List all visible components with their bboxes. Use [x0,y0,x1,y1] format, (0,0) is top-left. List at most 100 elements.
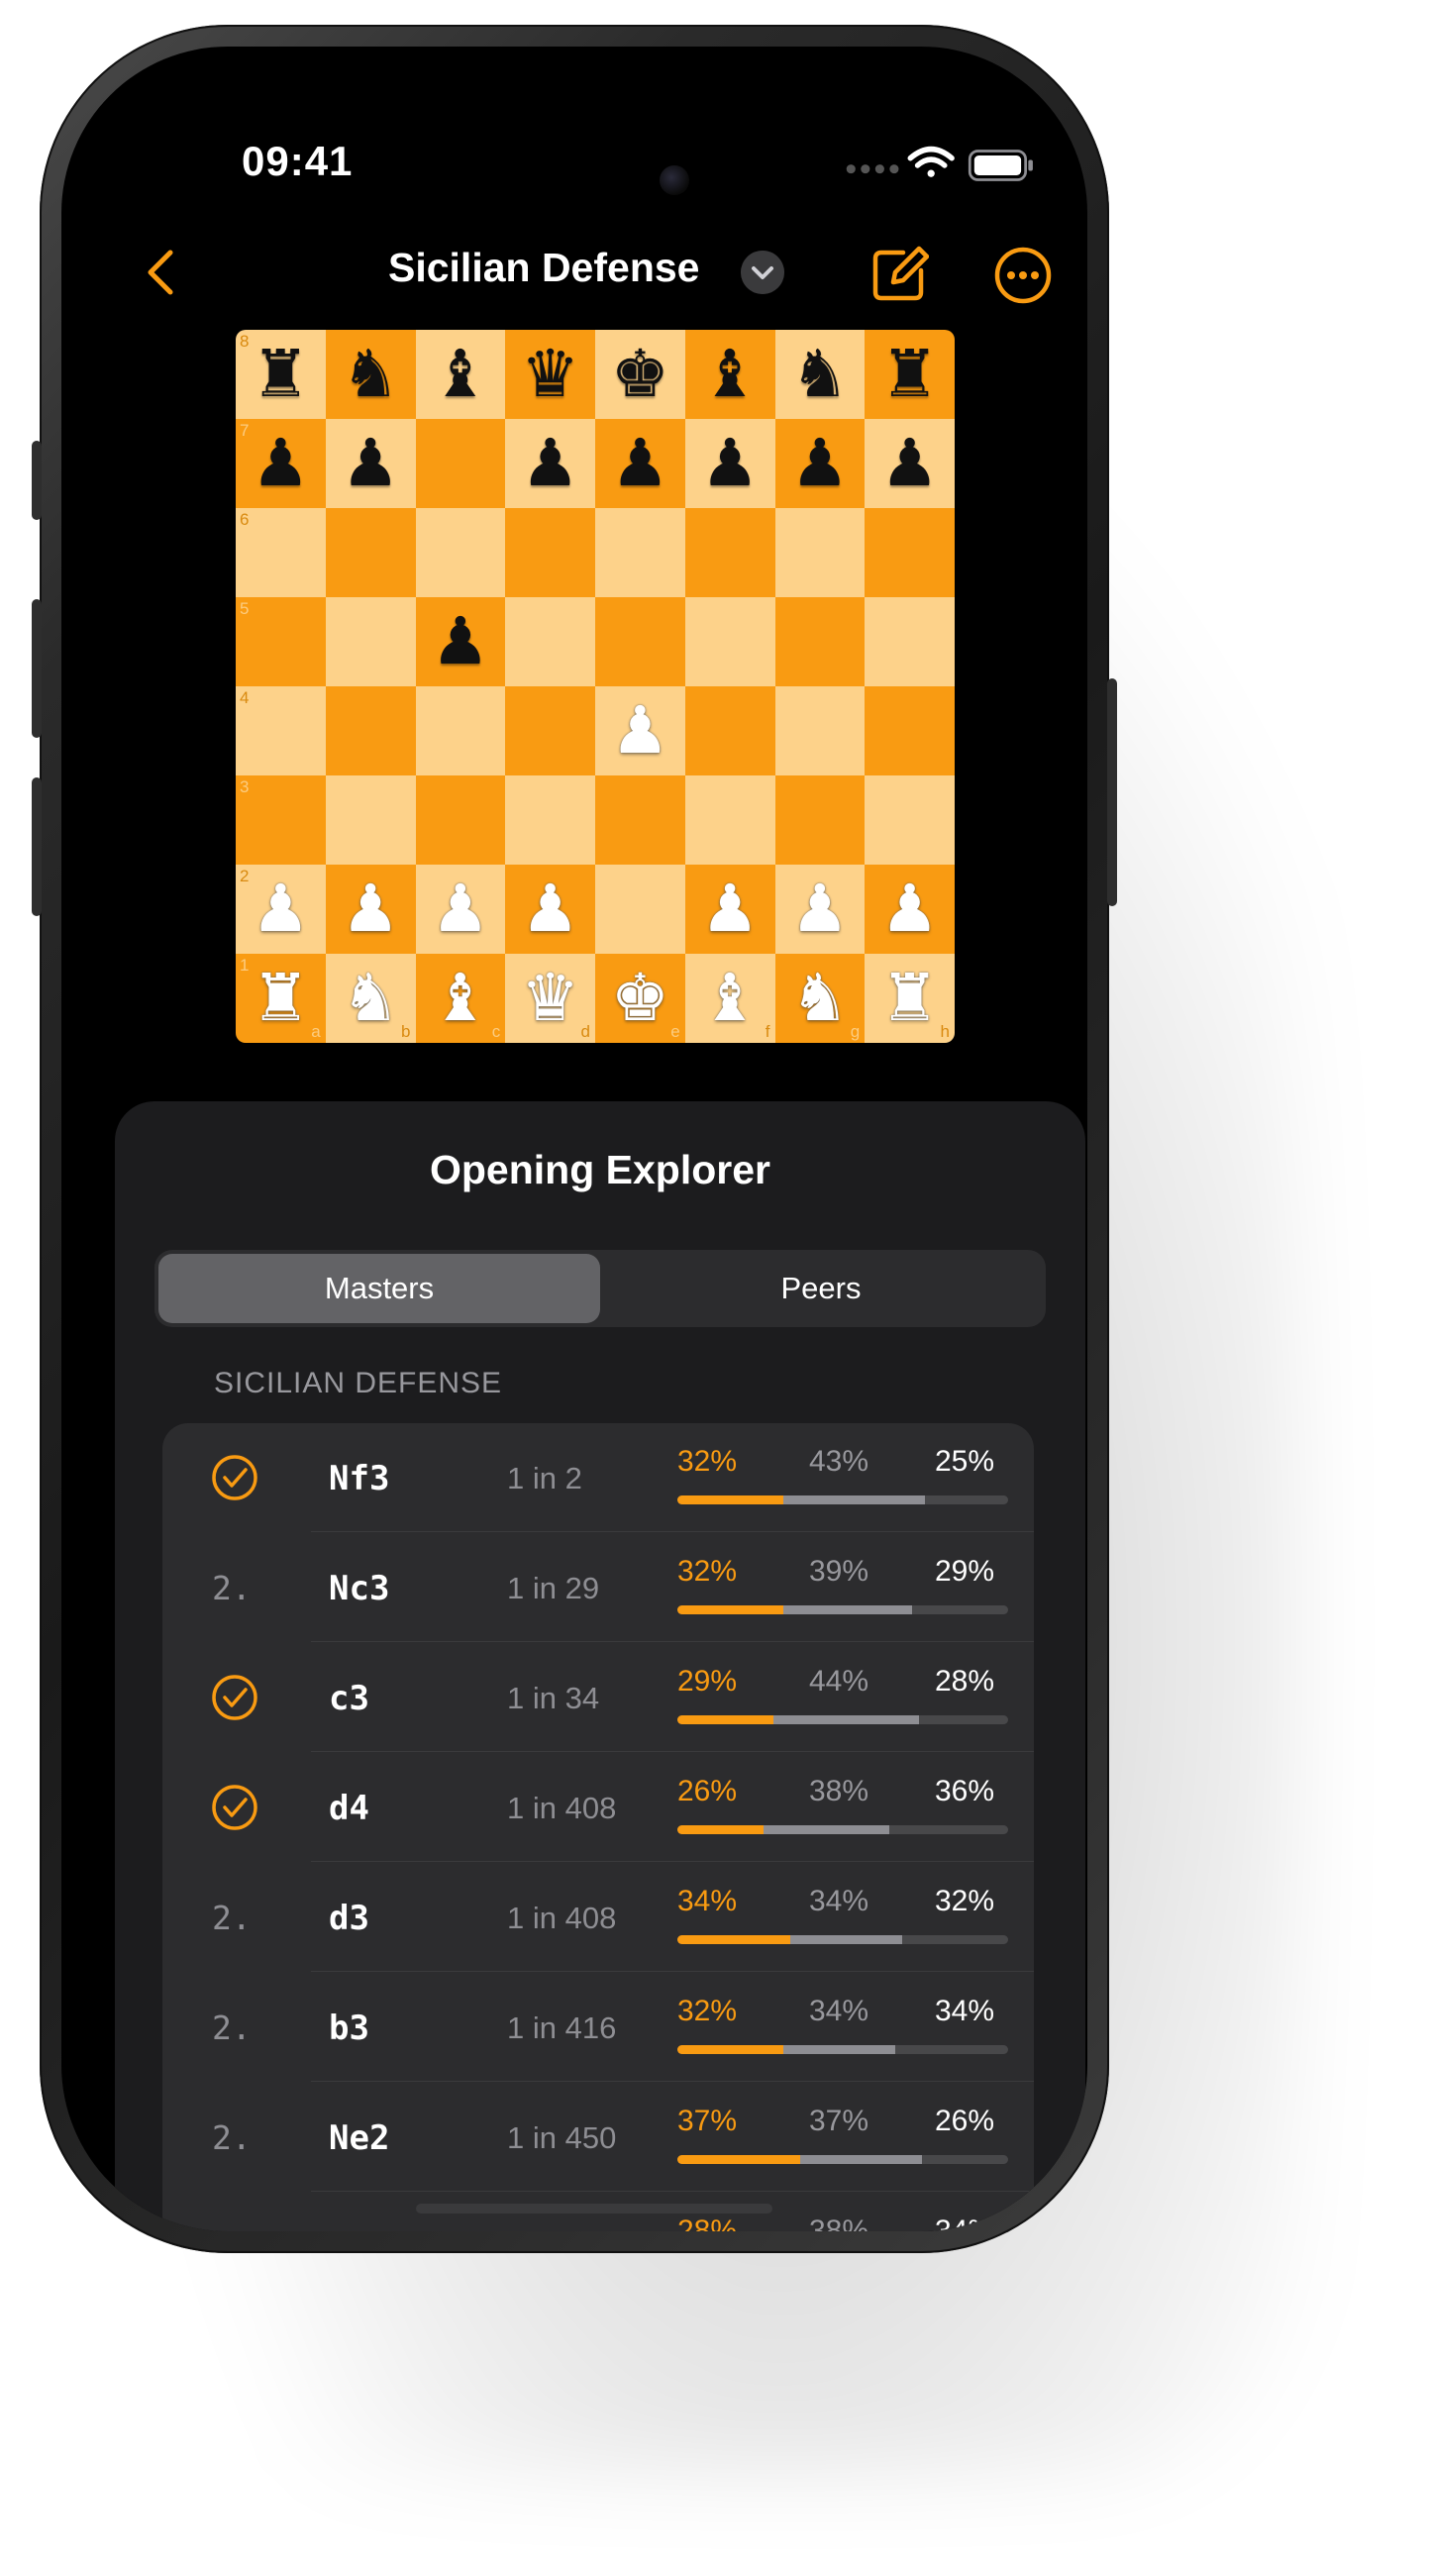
board-square-b5[interactable] [325,597,416,686]
board-square-d7[interactable]: ♟ [505,419,595,508]
board-square-h1[interactable]: h ♜ [865,954,955,1043]
board-square-g4[interactable] [774,686,866,775]
board-square-b6[interactable] [325,508,416,597]
board-square-b7[interactable]: ♟ [325,419,416,508]
board-square-d6[interactable] [505,508,595,597]
board-square-a2[interactable]: 2 ♟ [236,865,326,954]
black-pawn-icon[interactable]: ♟ [880,431,939,496]
black-knight-icon[interactable]: ♞ [790,342,849,407]
board-square-e7[interactable]: ♟ [595,419,685,508]
board-square-g5[interactable] [774,597,866,686]
black-pawn-icon[interactable]: ♟ [342,431,400,496]
title-menu-chevron-down-icon[interactable] [741,251,784,294]
board-square-h5[interactable] [865,597,955,686]
board-square-e3[interactable] [595,775,685,865]
board-square-g3[interactable] [774,775,866,865]
chess-board[interactable]: 8 ♜ ♞ ♝ ♛ ♚ ♝ ♞ ♜ 7 ♟ ♟ ♟ ♟ ♟ ♟ ♟ 6 5 ♟ 4 ♟ 3 2 ♟ ♟ ♟ ♟ ♟ ♟ ♟ 1 a ♜ b ♞ c ♝ d ♛… [236,330,955,1043]
white-knight-icon[interactable]: ♞ [790,966,849,1031]
board-square-c2[interactable]: ♟ [415,865,506,954]
board-square-b2[interactable]: ♟ [325,865,416,954]
board-square-c6[interactable] [415,508,506,597]
board-square-f8[interactable]: ♝ [684,330,775,419]
board-square-c3[interactable] [415,775,506,865]
board-square-f2[interactable]: ♟ [684,865,775,954]
board-square-a7[interactable]: 7 ♟ [236,419,326,508]
board-square-d2[interactable]: ♟ [505,865,595,954]
black-bishop-icon[interactable]: ♝ [701,342,760,407]
board-square-h7[interactable]: ♟ [865,419,955,508]
board-square-c7[interactable] [415,419,506,508]
white-pawn-icon[interactable]: ♟ [611,698,669,764]
board-square-f1[interactable]: f ♝ [684,954,775,1043]
board-square-d5[interactable] [505,597,595,686]
white-queen-icon[interactable]: ♛ [521,966,579,1031]
board-square-a8[interactable]: 8 ♜ [236,330,326,419]
board-square-g8[interactable]: ♞ [774,330,866,419]
board-square-h3[interactable] [865,775,955,865]
board-square-e8[interactable]: ♚ [595,330,685,419]
white-bishop-icon[interactable]: ♝ [701,966,760,1031]
board-square-f3[interactable] [684,775,775,865]
board-square-d8[interactable]: ♛ [505,330,595,419]
black-king-icon[interactable]: ♚ [611,342,669,407]
white-rook-icon[interactable]: ♜ [252,966,310,1031]
board-square-c4[interactable] [415,686,506,775]
board-square-b1[interactable]: b ♞ [325,954,416,1043]
white-knight-icon[interactable]: ♞ [342,966,400,1031]
board-square-b4[interactable] [325,686,416,775]
board-square-a6[interactable]: 6 [236,508,326,597]
board-square-c8[interactable]: ♝ [415,330,506,419]
white-pawn-icon[interactable]: ♟ [701,876,760,942]
white-bishop-icon[interactable]: ♝ [431,966,489,1031]
board-square-c5[interactable]: ♟ [415,597,506,686]
board-square-e1[interactable]: e ♚ [595,954,685,1043]
white-pawn-icon[interactable]: ♟ [521,876,579,942]
page-title[interactable]: Sicilian Defense [388,245,725,291]
board-square-d1[interactable]: d ♛ [505,954,595,1043]
board-square-h8[interactable]: ♜ [865,330,955,419]
board-square-f7[interactable]: ♟ [684,419,775,508]
board-square-f5[interactable] [684,597,775,686]
board-square-f6[interactable] [684,508,775,597]
move-row[interactable]: 2. b3 1 in 416 32% 34% 34% [162,1973,1034,2082]
move-row[interactable]: 2. Nc3 1 in 29 32% 39% 29% [162,1533,1034,1642]
board-square-a3[interactable]: 3 [236,775,326,865]
black-pawn-icon[interactable]: ♟ [431,609,489,674]
segment-peers[interactable]: Peers [600,1254,1042,1323]
board-square-h6[interactable] [865,508,955,597]
black-pawn-icon[interactable]: ♟ [790,431,849,496]
board-square-d4[interactable] [505,686,595,775]
black-bishop-icon[interactable]: ♝ [431,342,489,407]
black-pawn-icon[interactable]: ♟ [521,431,579,496]
more-options-icon[interactable] [992,245,1054,306]
board-square-f4[interactable] [684,686,775,775]
board-square-e2[interactable] [595,865,685,954]
board-square-e4[interactable]: ♟ [595,686,685,775]
board-square-e5[interactable] [595,597,685,686]
move-row[interactable]: 2. Ne2 1 in 450 37% 37% 26% [162,2083,1034,2192]
black-rook-icon[interactable]: ♜ [252,342,310,407]
board-square-a4[interactable]: 4 [236,686,326,775]
move-row[interactable]: 2. d3 1 in 408 34% 34% 32% [162,1863,1034,1972]
board-square-e6[interactable] [595,508,685,597]
board-square-c1[interactable]: c ♝ [415,954,506,1043]
white-pawn-icon[interactable]: ♟ [790,876,849,942]
black-pawn-icon[interactable]: ♟ [252,431,310,496]
white-king-icon[interactable]: ♚ [611,966,669,1031]
compose-icon[interactable] [869,245,929,304]
black-knight-icon[interactable]: ♞ [342,342,400,407]
white-pawn-icon[interactable]: ♟ [880,876,939,942]
board-square-h2[interactable]: ♟ [865,865,955,954]
white-pawn-icon[interactable]: ♟ [431,876,489,942]
board-square-h4[interactable] [865,686,955,775]
board-square-g1[interactable]: g ♞ [774,954,866,1043]
move-row[interactable]: c3 1 in 34 29% 44% 28% [162,1643,1034,1752]
board-square-g7[interactable]: ♟ [774,419,866,508]
black-rook-icon[interactable]: ♜ [880,342,939,407]
board-square-a1[interactable]: 1 a ♜ [236,954,326,1043]
board-square-b8[interactable]: ♞ [325,330,416,419]
move-row[interactable]: d4 1 in 408 26% 38% 36% [162,1753,1034,1862]
segment-masters[interactable]: Masters [158,1254,600,1323]
black-queen-icon[interactable]: ♛ [521,342,579,407]
board-square-g2[interactable]: ♟ [774,865,866,954]
